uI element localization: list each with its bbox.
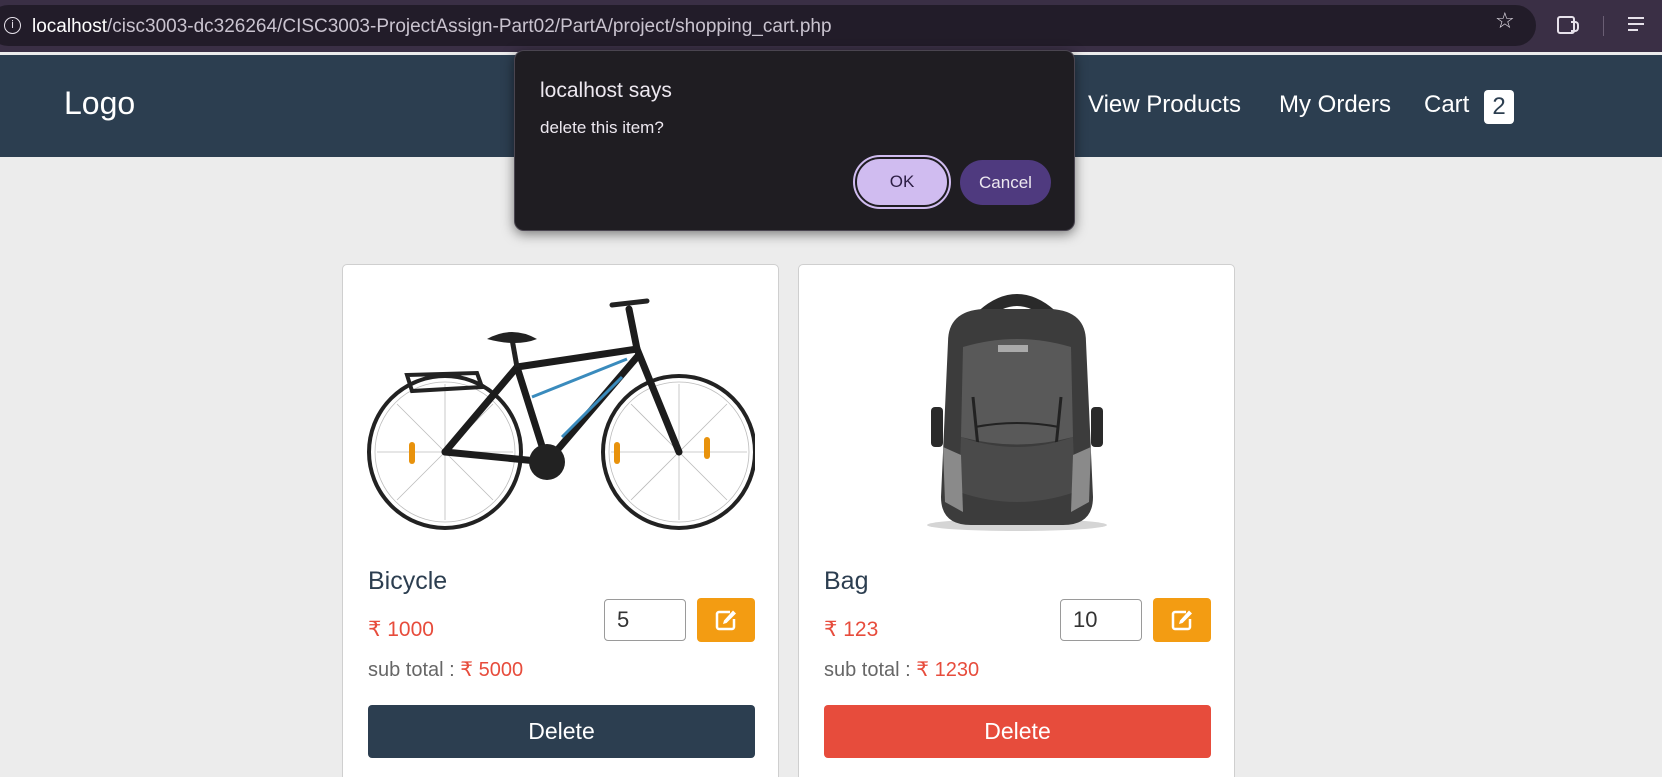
bicycle-image: [367, 298, 755, 530]
url-text[interactable]: localhost/cisc3003-dc326264/CISC3003-Pro…: [32, 16, 832, 38]
browser-toolbar: i localhost/cisc3003-dc326264/CISC3003-P…: [0, 0, 1662, 52]
url-path: /cisc3003-dc326264/CISC3003-ProjectAssig…: [107, 16, 832, 37]
media-queue-icon[interactable]: [1628, 17, 1644, 33]
confirm-dialog: localhost says delete this item? OK Canc…: [514, 50, 1075, 231]
nav-link-cart[interactable]: Cart: [1424, 91, 1469, 119]
cart-item-card: Bicycle ₹ 1000 sub total : ₹ 5000 Delete: [342, 264, 779, 777]
edit-icon: [1171, 610, 1192, 631]
address-bar[interactable]: i localhost/cisc3003-dc326264/CISC3003-P…: [0, 5, 1536, 46]
rupee-icon: ₹: [824, 618, 838, 641]
dialog-title: localhost says: [540, 79, 672, 102]
product-name: Bag: [824, 567, 869, 595]
rupee-icon: ₹: [916, 659, 930, 681]
product-price: ₹ 1000: [368, 617, 434, 642]
url-host: localhost: [32, 16, 107, 37]
rupee-icon: ₹: [368, 618, 382, 641]
info-icon[interactable]: i: [4, 17, 21, 34]
star-icon[interactable]: ☆: [1495, 9, 1515, 34]
price-value: 123: [843, 618, 879, 641]
delete-button[interactable]: Delete: [368, 705, 755, 758]
subtotal: sub total : ₹ 5000: [368, 657, 523, 682]
subtotal-value: 1230: [934, 659, 980, 681]
cart-item-card: Bag ₹ 123 sub total : ₹ 1230 Delete: [798, 264, 1235, 777]
puzzle-icon[interactable]: [1557, 16, 1579, 34]
subtotal-label: sub total :: [368, 659, 455, 681]
rupee-icon: ₹: [460, 659, 474, 681]
subtotal-value: 5000: [478, 659, 524, 681]
price-value: 1000: [387, 618, 434, 641]
edit-icon: [715, 610, 736, 631]
cart-count-badge[interactable]: 2: [1484, 90, 1514, 124]
quantity-input[interactable]: [604, 599, 686, 641]
nav-link-view-products[interactable]: View Products: [1088, 91, 1241, 119]
cancel-button[interactable]: Cancel: [960, 160, 1051, 205]
nav-link-my-orders[interactable]: My Orders: [1279, 91, 1391, 119]
subtotal-label: sub total :: [824, 659, 911, 681]
dialog-message: delete this item?: [540, 118, 664, 137]
site-logo[interactable]: Logo: [64, 85, 135, 122]
backpack-image: [927, 294, 1107, 531]
product-name: Bicycle: [368, 567, 448, 595]
quantity-input[interactable]: [1060, 599, 1142, 641]
delete-button[interactable]: Delete: [824, 705, 1211, 758]
update-quantity-button[interactable]: [1153, 598, 1211, 642]
subtotal: sub total : ₹ 1230: [824, 657, 979, 682]
product-price: ₹ 123: [824, 617, 878, 642]
ok-button[interactable]: OK: [853, 155, 951, 209]
toolbar-divider: [1603, 16, 1604, 36]
update-quantity-button[interactable]: [697, 598, 755, 642]
